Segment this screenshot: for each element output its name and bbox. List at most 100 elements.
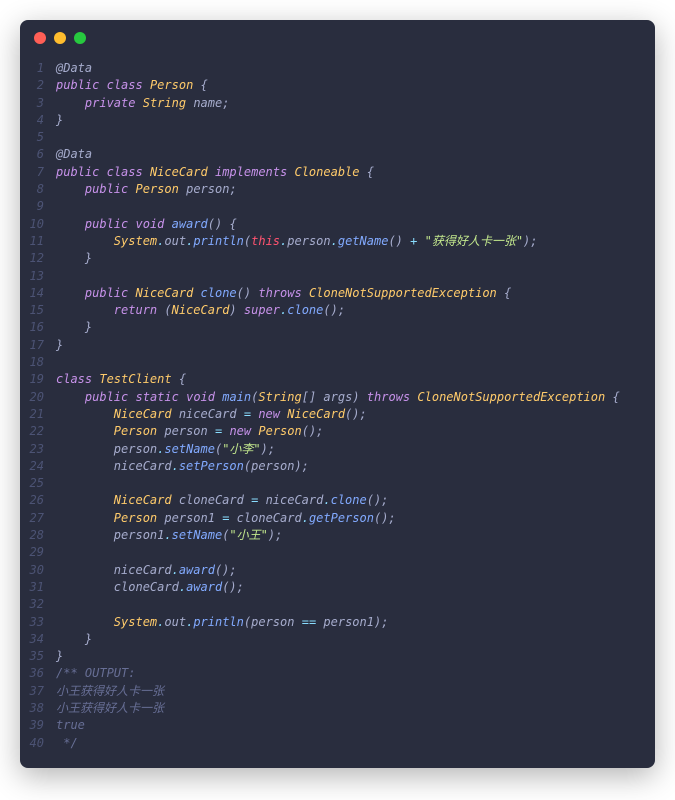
- code-line[interactable]: 32: [20, 596, 655, 613]
- code-content[interactable]: true: [56, 717, 85, 734]
- code-token: award: [179, 563, 215, 577]
- code-line[interactable]: 1@Data: [20, 60, 655, 77]
- code-line[interactable]: 28 person1.setName("小王");: [20, 527, 655, 544]
- code-line[interactable]: 24 niceCard.setPerson(person);: [20, 458, 655, 475]
- code-line[interactable]: 23 person.setName("小李");: [20, 441, 655, 458]
- code-line[interactable]: 19class TestClient {: [20, 371, 655, 388]
- code-content[interactable]: private String name;: [56, 95, 229, 112]
- code-token: ();: [222, 580, 244, 594]
- code-line[interactable]: 29: [20, 544, 655, 561]
- line-number: 2: [20, 77, 56, 94]
- code-token: [208, 424, 215, 438]
- code-content[interactable]: NiceCard cloneCard = niceCard.clone();: [56, 492, 388, 509]
- code-content[interactable]: 小王获得好人卡一张: [56, 683, 164, 700]
- line-number: 35: [20, 648, 56, 665]
- code-line[interactable]: 3 private String name;: [20, 95, 655, 112]
- code-line[interactable]: 18: [20, 354, 655, 371]
- code-content[interactable]: class TestClient {: [56, 371, 186, 388]
- code-token: .: [172, 563, 179, 577]
- code-line[interactable]: 33 System.out.println(person == person1)…: [20, 614, 655, 631]
- code-line[interactable]: 36/** OUTPUT:: [20, 665, 655, 682]
- code-line[interactable]: 31 cloneCard.award();: [20, 579, 655, 596]
- code-line[interactable]: 2public class Person {: [20, 77, 655, 94]
- code-line[interactable]: 30 niceCard.award();: [20, 562, 655, 579]
- code-content[interactable]: }: [56, 648, 63, 665]
- code-line[interactable]: 38小王获得好人卡一张: [20, 700, 655, 717]
- code-content[interactable]: public static void main(String[] args) t…: [56, 389, 620, 406]
- code-token: [56, 303, 114, 317]
- code-line[interactable]: 35}: [20, 648, 655, 665]
- code-token: .: [302, 511, 309, 525]
- code-line[interactable]: 16 }: [20, 319, 655, 336]
- code-content[interactable]: person1.setName("小王");: [56, 527, 282, 544]
- code-content[interactable]: }: [56, 112, 63, 129]
- code-token: [179, 182, 186, 196]
- code-token: [99, 78, 106, 92]
- close-icon[interactable]: [34, 32, 46, 44]
- code-token: [172, 493, 179, 507]
- code-content[interactable]: }: [56, 319, 92, 336]
- code-content[interactable]: niceCard.setPerson(person);: [56, 458, 309, 475]
- code-content[interactable]: @Data: [56, 60, 92, 77]
- minimize-icon[interactable]: [54, 32, 66, 44]
- code-content[interactable]: System.out.println(person == person1);: [56, 614, 388, 631]
- code-token: (): [208, 217, 222, 231]
- code-line[interactable]: 14 public NiceCard clone() throws CloneN…: [20, 285, 655, 302]
- code-line[interactable]: 22 Person person = new Person();: [20, 423, 655, 440]
- code-content[interactable]: }: [56, 250, 92, 267]
- code-line[interactable]: 26 NiceCard cloneCard = niceCard.clone()…: [20, 492, 655, 509]
- code-content[interactable]: NiceCard niceCard = new NiceCard();: [56, 406, 367, 423]
- code-content[interactable]: }: [56, 631, 92, 648]
- code-line[interactable]: 13: [20, 268, 655, 285]
- code-token: [193, 78, 200, 92]
- code-line[interactable]: 12 }: [20, 250, 655, 267]
- code-line[interactable]: 39true: [20, 717, 655, 734]
- code-line[interactable]: 15 return (NiceCard) super.clone();: [20, 302, 655, 319]
- code-token: [56, 320, 85, 334]
- code-line[interactable]: 27 Person person1 = cloneCard.getPerson(…: [20, 510, 655, 527]
- code-line[interactable]: 34 }: [20, 631, 655, 648]
- code-content[interactable]: cloneCard.award();: [56, 579, 244, 596]
- code-line[interactable]: 37小王获得好人卡一张: [20, 683, 655, 700]
- code-line[interactable]: 10 public void award() {: [20, 216, 655, 233]
- maximize-icon[interactable]: [74, 32, 86, 44]
- code-content[interactable]: return (NiceCard) super.clone();: [56, 302, 345, 319]
- code-content[interactable]: System.out.println(this.person.getName()…: [56, 233, 538, 250]
- code-token: .: [331, 234, 338, 248]
- code-line[interactable]: 25: [20, 475, 655, 492]
- code-content[interactable]: Person person1 = cloneCard.getPerson();: [56, 510, 396, 527]
- code-content[interactable]: public void award() {: [56, 216, 237, 233]
- code-token: */: [56, 736, 78, 750]
- code-line[interactable]: 17}: [20, 337, 655, 354]
- code-content[interactable]: public NiceCard clone() throws CloneNotS…: [56, 285, 511, 302]
- line-number: 27: [20, 510, 56, 527]
- code-token: System: [114, 234, 157, 248]
- code-line[interactable]: 40 */: [20, 735, 655, 752]
- code-token: {: [179, 372, 186, 386]
- code-line[interactable]: 20 public static void main(String[] args…: [20, 389, 655, 406]
- code-token: args: [323, 390, 352, 404]
- code-content[interactable]: /** OUTPUT:: [56, 665, 135, 682]
- code-line[interactable]: 6@Data: [20, 146, 655, 163]
- code-token: [237, 407, 244, 421]
- code-line[interactable]: 7public class NiceCard implements Clonea…: [20, 164, 655, 181]
- code-token: [179, 390, 186, 404]
- code-line[interactable]: 4}: [20, 112, 655, 129]
- code-content[interactable]: public class Person {: [56, 77, 208, 94]
- code-token: person1: [323, 615, 374, 629]
- code-content[interactable]: person.setName("小李");: [56, 441, 275, 458]
- code-line[interactable]: 5: [20, 129, 655, 146]
- code-content[interactable]: 小王获得好人卡一张: [56, 700, 164, 717]
- code-line[interactable]: 8 public Person person;: [20, 181, 655, 198]
- code-content[interactable]: public class NiceCard implements Cloneab…: [56, 164, 374, 181]
- code-line[interactable]: 21 NiceCard niceCard = new NiceCard();: [20, 406, 655, 423]
- code-content[interactable]: */: [56, 735, 78, 752]
- code-content[interactable]: Person person = new Person();: [56, 423, 323, 440]
- code-content[interactable]: @Data: [56, 146, 92, 163]
- code-line[interactable]: 9: [20, 198, 655, 215]
- code-content[interactable]: public Person person;: [56, 181, 237, 198]
- code-line[interactable]: 11 System.out.println(this.person.getNam…: [20, 233, 655, 250]
- code-content[interactable]: niceCard.award();: [56, 562, 237, 579]
- code-area[interactable]: 1@Data2public class Person {3 private St…: [20, 56, 655, 768]
- code-content[interactable]: }: [56, 337, 63, 354]
